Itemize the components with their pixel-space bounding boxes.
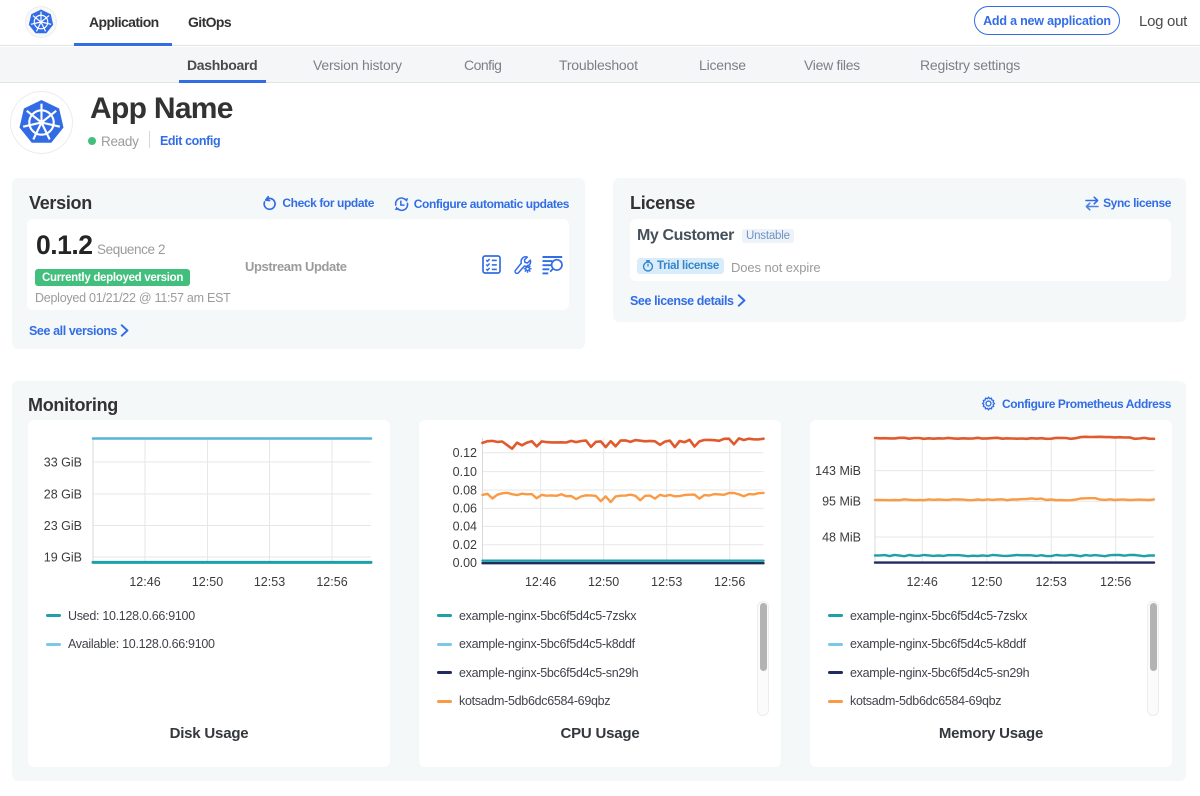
svg-text:12:56: 12:56 bbox=[1100, 575, 1131, 589]
svg-text:12:53: 12:53 bbox=[1036, 575, 1067, 589]
svg-text:33 GiB: 33 GiB bbox=[44, 455, 82, 469]
svg-text:0.06: 0.06 bbox=[453, 502, 477, 516]
svg-text:48 MiB: 48 MiB bbox=[822, 530, 861, 544]
svg-text:0.12: 0.12 bbox=[453, 446, 477, 460]
svg-text:143 MiB: 143 MiB bbox=[815, 464, 861, 478]
svg-text:0.10: 0.10 bbox=[453, 465, 477, 479]
svg-text:12:56: 12:56 bbox=[316, 575, 347, 589]
svg-text:12:46: 12:46 bbox=[129, 575, 160, 589]
svg-text:12:50: 12:50 bbox=[971, 575, 1002, 589]
svg-text:12:46: 12:46 bbox=[525, 575, 556, 589]
svg-text:0.04: 0.04 bbox=[453, 520, 477, 534]
svg-text:12:53: 12:53 bbox=[651, 575, 682, 589]
svg-text:12:53: 12:53 bbox=[254, 575, 285, 589]
svg-text:12:56: 12:56 bbox=[714, 575, 745, 589]
svg-text:12:50: 12:50 bbox=[192, 575, 223, 589]
svg-text:0.02: 0.02 bbox=[453, 538, 477, 552]
svg-text:12:50: 12:50 bbox=[588, 575, 619, 589]
svg-text:0.08: 0.08 bbox=[453, 483, 477, 497]
svg-text:28 GiB: 28 GiB bbox=[44, 487, 82, 501]
svg-text:95 MiB: 95 MiB bbox=[822, 495, 861, 509]
svg-text:0.00: 0.00 bbox=[453, 556, 477, 570]
svg-text:23 GiB: 23 GiB bbox=[44, 519, 82, 533]
svg-text:19 GiB: 19 GiB bbox=[44, 550, 82, 564]
svg-text:12:46: 12:46 bbox=[907, 575, 938, 589]
